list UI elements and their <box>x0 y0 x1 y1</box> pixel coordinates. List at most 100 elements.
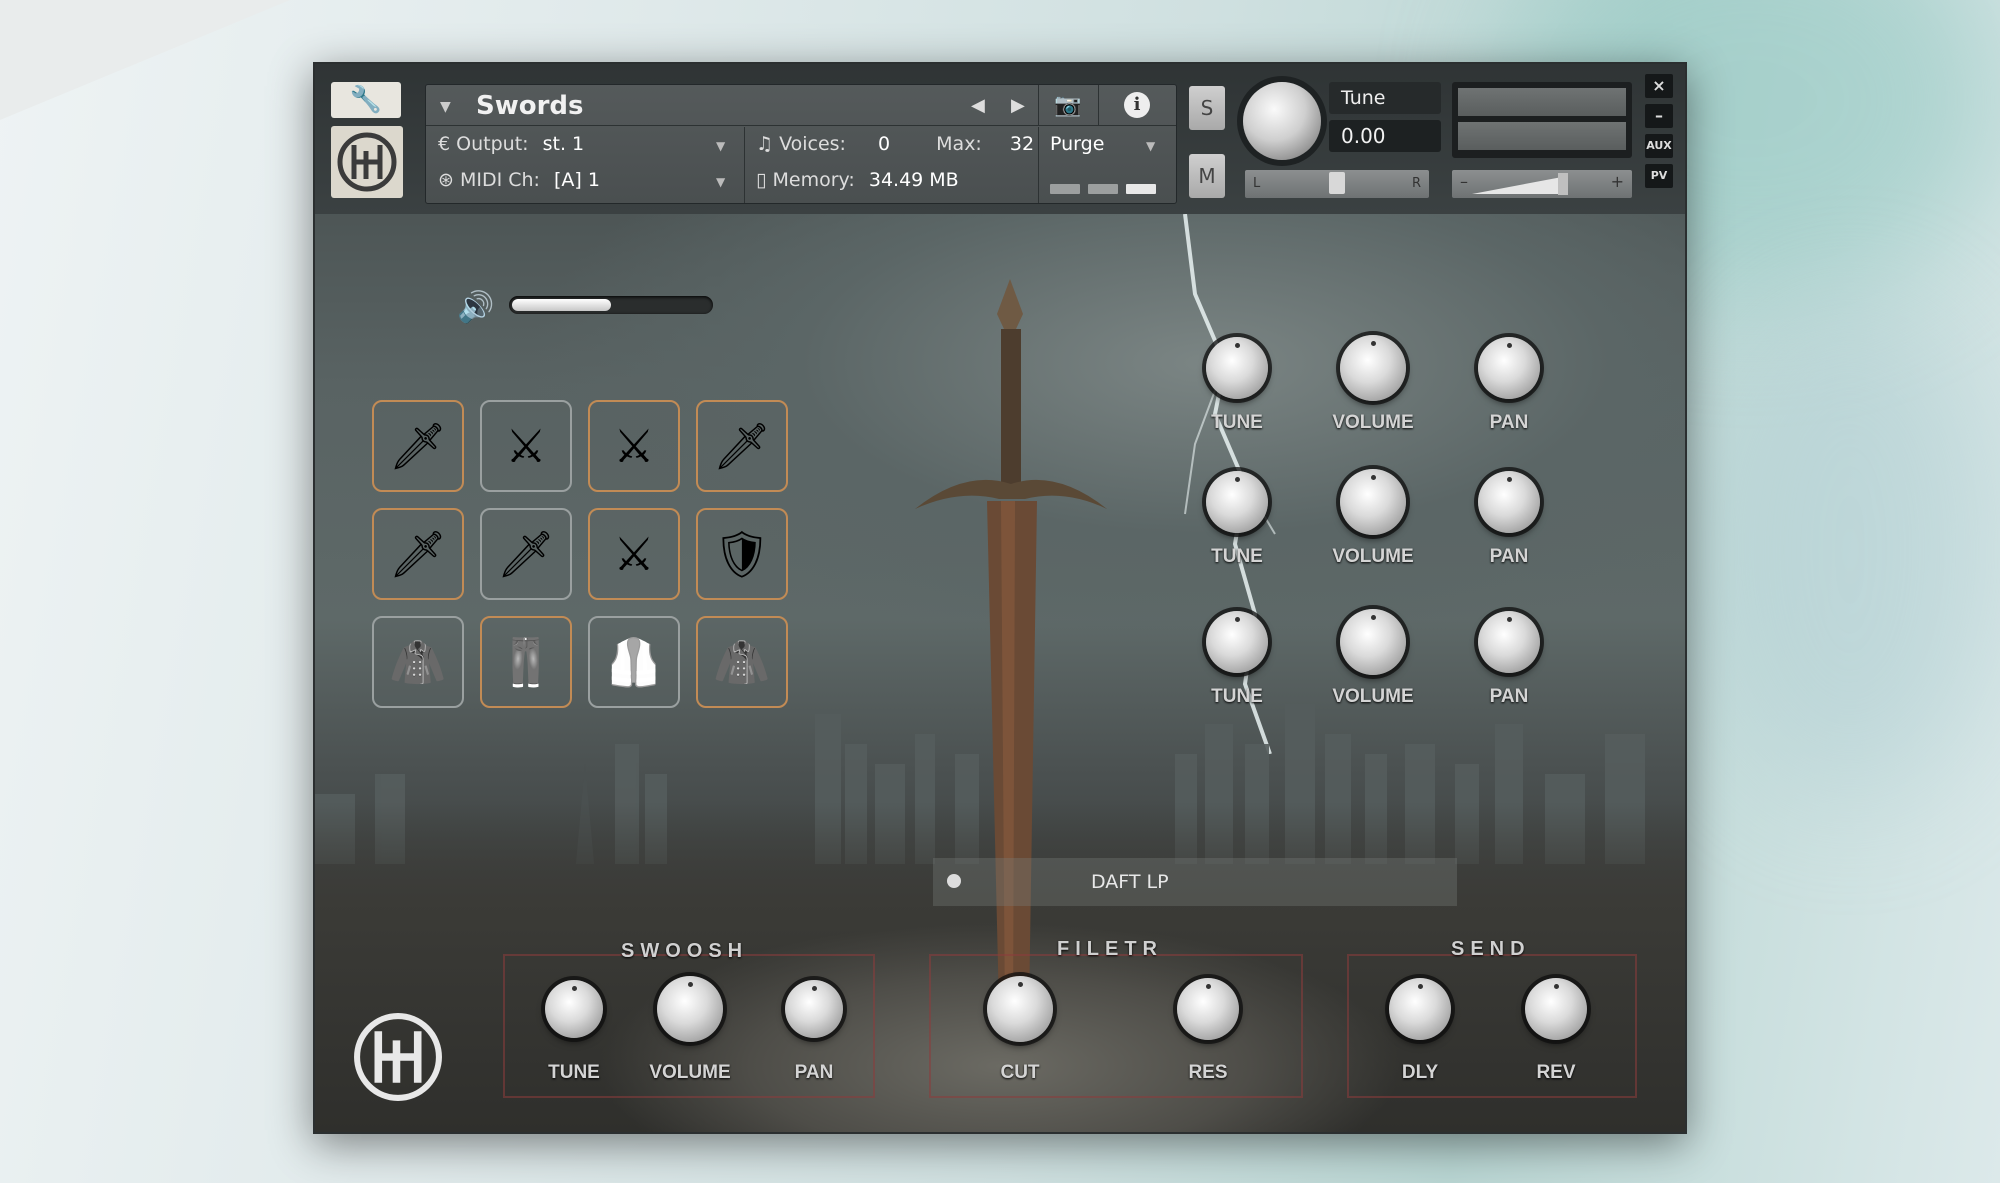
midi-value: [A] 1 <box>554 169 600 191</box>
pan-left-label: L <box>1253 176 1261 191</box>
sound-tile-10[interactable]: 👖 <box>480 616 572 708</box>
katana-icon: ⚔ <box>505 419 547 473</box>
voices-icon: ♫ <box>756 133 774 155</box>
rapier-icon: 🗡 <box>496 526 556 581</box>
master-volume-slider[interactable]: – + <box>1452 170 1632 198</box>
master-tune-knob[interactable] <box>1243 82 1321 160</box>
layer-3-volume-label: VOLUME <box>1332 686 1414 707</box>
aux-button[interactable]: AUX <box>1645 134 1673 158</box>
sound-tile-11[interactable]: 🦺 <box>588 616 680 708</box>
memory-value: 34.49 MB <box>868 169 959 191</box>
filter-cut-knob[interactable] <box>987 976 1053 1042</box>
layer-3-volume-knob[interactable] <box>1340 609 1406 675</box>
info-icon[interactable]: i <box>1098 85 1175 125</box>
wrench-icon[interactable]: 🔧 <box>331 82 401 118</box>
pan-slider[interactable]: L R <box>1245 170 1429 198</box>
pan-right-label: R <box>1411 176 1421 191</box>
solo-button[interactable]: S <box>1189 86 1225 130</box>
filter-mode-value: DAFT LP <box>1091 871 1169 893</box>
filter-mode-menu[interactable]: DAFT LP <box>933 858 1457 906</box>
sound-tile-12[interactable]: 🧥 <box>696 616 788 708</box>
layer-2-tune-label: TUNE <box>1211 546 1263 567</box>
layer-3-tune-knob[interactable] <box>1206 611 1268 673</box>
pan-handle[interactable] <box>1329 172 1345 194</box>
layer-2-pan-label: PAN <box>1489 546 1529 567</box>
sound-tile-7[interactable]: ⚔ <box>588 508 680 600</box>
hoodie-icon: 🧥 <box>713 634 771 689</box>
tune-value[interactable]: 0.00 <box>1329 120 1441 152</box>
send-title: SEND <box>1451 938 1531 960</box>
layer-1-tune-knob[interactable] <box>1206 337 1268 399</box>
max-value[interactable]: 32 <box>1010 133 1034 155</box>
crossed-swords-icon: ⚔ <box>613 419 655 473</box>
collapse-caret-icon[interactable]: ▼ <box>440 99 451 115</box>
sound-tile-9[interactable]: 🧥 <box>372 616 464 708</box>
filter-res-knob[interactable] <box>1177 978 1239 1040</box>
layer-1-tune-label: TUNE <box>1211 412 1263 433</box>
sound-tile-5[interactable]: 🗡 <box>372 508 464 600</box>
lightning-graphic <box>1183 214 1276 754</box>
prev-instrument-icon[interactable]: ◀ <box>971 95 985 116</box>
swoosh-title: SWOOSH <box>621 940 749 962</box>
speaker-icon: 🔊 <box>457 290 495 325</box>
output-row[interactable]: € Output: st. 1 <box>438 133 584 155</box>
blade-icon: 🗡 <box>712 418 772 473</box>
sound-tile-8[interactable]: 🛡 <box>696 508 788 600</box>
purge-menu[interactable]: Purge <box>1050 133 1104 155</box>
send-dly-label: DLY <box>1401 1062 1439 1083</box>
layer-1-volume-label: VOLUME <box>1332 412 1414 433</box>
pv-button[interactable]: PV <box>1645 164 1673 188</box>
purge-dropdown-icon[interactable]: ▼ <box>1146 139 1155 153</box>
layer-1-pan-label: PAN <box>1489 412 1529 433</box>
minimize-icon[interactable]: – <box>1645 104 1673 128</box>
filter-mode-dot-icon <box>947 874 961 888</box>
swoosh-pan-label: PAN <box>794 1062 834 1083</box>
volume-plus: + <box>1610 172 1624 191</box>
layer-3-tune-label: TUNE <box>1211 686 1263 707</box>
brand-logo-bottom <box>354 1013 442 1101</box>
mute-button[interactable]: M <box>1189 154 1225 198</box>
sound-tile-6[interactable]: 🗡 <box>480 508 572 600</box>
volume-fill <box>512 299 611 311</box>
layer-2-volume-knob[interactable] <box>1340 469 1406 535</box>
max-label: Max: <box>936 133 982 155</box>
plugin-window: 🔧 ▼ Swords ◀ ▶ 📷 i € Output: st. 1 ▼ ⊛ M… <box>313 62 1687 1134</box>
purge-indicator <box>1050 179 1164 198</box>
sound-tile-1[interactable]: 🗡 <box>372 400 464 492</box>
midi-dropdown-icon[interactable]: ▼ <box>716 175 725 189</box>
midi-icon: ⊛ <box>438 169 454 191</box>
sound-tile-2[interactable]: ⚔ <box>480 400 572 492</box>
vest-icon: 🦺 <box>605 634 663 689</box>
next-instrument-icon[interactable]: ▶ <box>1011 95 1025 116</box>
swoosh-volume-knob[interactable] <box>657 976 723 1042</box>
sound-tile-4[interactable]: 🗡 <box>696 400 788 492</box>
memory-row: ▯ Memory: 34.49 MB <box>756 169 959 191</box>
layer-2-tune-knob[interactable] <box>1206 471 1268 533</box>
send-rev-knob[interactable] <box>1525 978 1587 1040</box>
voices-value: 0 <box>878 133 891 155</box>
layer-1-pan-knob[interactable] <box>1478 337 1540 399</box>
close-icon[interactable]: × <box>1645 74 1673 98</box>
sword-graphic <box>915 279 1107 1039</box>
instrument-title-row: ▼ Swords ◀ ▶ 📷 i <box>426 85 1176 126</box>
layer-2-pan-knob[interactable] <box>1478 471 1540 533</box>
instrument-panel: ▼ Swords ◀ ▶ 📷 i € Output: st. 1 ▼ ⊛ MID… <box>425 84 1177 204</box>
instrument-volume-slider[interactable] <box>509 296 713 314</box>
voices-row: ♫ Voices: 0 Max: 32 <box>756 133 1034 155</box>
send-dly-knob[interactable] <box>1389 978 1451 1040</box>
swoosh-pan-knob[interactable] <box>785 980 843 1038</box>
instrument-name[interactable]: Swords <box>476 91 584 121</box>
layer-3-pan-knob[interactable] <box>1478 611 1540 673</box>
midi-row[interactable]: ⊛ MIDI Ch: [A] 1 <box>438 169 600 191</box>
sound-tile-3[interactable]: ⚔ <box>588 400 680 492</box>
output-dropdown-icon[interactable]: ▼ <box>716 139 725 153</box>
midi-label: MIDI Ch: <box>459 169 540 191</box>
layer-1-volume-knob[interactable] <box>1340 335 1406 401</box>
swoosh-tune-knob[interactable] <box>545 980 603 1038</box>
snapshot-camera-icon[interactable]: 📷 <box>1038 85 1097 125</box>
brand-logo <box>331 126 403 198</box>
swoosh-volume-label: VOLUME <box>649 1062 731 1083</box>
sword-icon: 🗡 <box>388 418 448 473</box>
filter-cut-label: CUT <box>1000 1062 1040 1083</box>
kontakt-header: 🔧 ▼ Swords ◀ ▶ 📷 i € Output: st. 1 ▼ ⊛ M… <box>315 64 1685 214</box>
